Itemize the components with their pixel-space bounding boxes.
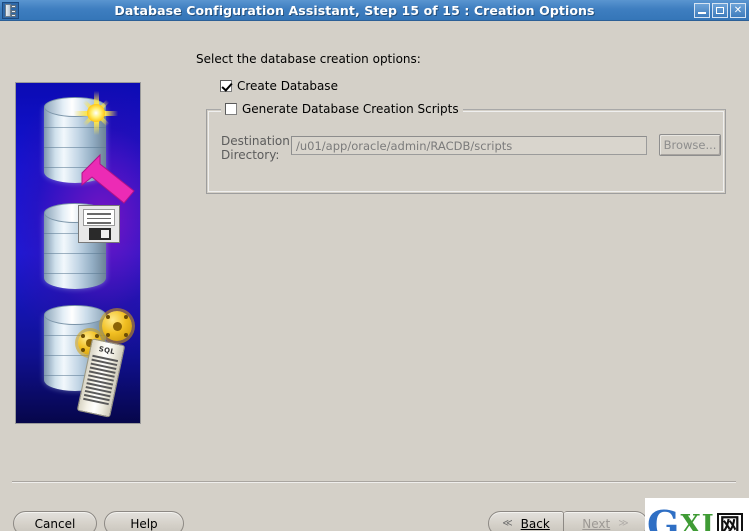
- gear-hub: [112, 321, 122, 331]
- gear-dot: [81, 348, 85, 352]
- client-area: SQL Select the database creation options…: [0, 21, 749, 531]
- site-watermark: G XI 网 system.com: [645, 498, 749, 531]
- generate-scripts-label: Generate Database Creation Scripts: [242, 102, 459, 116]
- create-database-checkbox-row[interactable]: Create Database: [220, 79, 338, 93]
- help-button[interactable]: Help: [104, 511, 184, 531]
- sql-scroll-lines: [81, 354, 119, 413]
- maximize-button[interactable]: [712, 2, 728, 18]
- app-icon-block: [11, 4, 16, 8]
- title-bar: Database Configuration Assistant, Step 1…: [0, 0, 749, 21]
- floppy-disk-icon: [78, 205, 120, 243]
- gear-dot: [124, 315, 128, 319]
- cylinder-ring: [44, 253, 106, 254]
- star-core: [87, 104, 105, 122]
- database-configuration-assistant-window: Database Configuration Assistant, Step 1…: [0, 0, 749, 531]
- next-button-label: Next: [582, 516, 611, 531]
- watermark-letter-g: G: [647, 502, 680, 531]
- next-button: Next ≫: [564, 511, 648, 531]
- floppy-shutter: [89, 228, 111, 240]
- gear-dot: [95, 334, 99, 338]
- generate-scripts-group: Generate Database Creation Scripts Desti…: [206, 102, 726, 194]
- magenta-arrow-icon: [80, 151, 138, 205]
- create-database-checkbox[interactable]: [220, 80, 232, 92]
- gear-dot: [81, 334, 85, 338]
- generate-scripts-checkbox[interactable]: [225, 103, 237, 115]
- chevron-right-icon: ≫: [618, 517, 629, 529]
- maximize-icon: [716, 6, 724, 14]
- gear-icon-large: [102, 311, 132, 341]
- form-instruction-text: Select the database creation options:: [196, 52, 421, 66]
- cylinder-ring: [44, 273, 106, 274]
- star-sparkle-icon: [74, 91, 118, 135]
- cylinder-ring: [44, 147, 106, 148]
- create-database-label: Create Database: [237, 79, 338, 93]
- browse-button[interactable]: Browse...: [659, 134, 721, 156]
- back-button-label: Back: [520, 516, 550, 531]
- gear-dot: [124, 333, 128, 337]
- chevron-left-icon: ≪: [502, 517, 513, 529]
- minimize-icon: [698, 11, 706, 14]
- database-illustration: SQL: [15, 82, 141, 424]
- window-controls: ✕: [694, 2, 746, 18]
- watermark-cjk-glyph: 网: [716, 513, 743, 531]
- generate-scripts-checkbox-row[interactable]: Generate Database Creation Scripts: [221, 102, 463, 116]
- app-icon-block: [11, 9, 16, 13]
- close-icon: ✕: [733, 4, 743, 16]
- gear-dot: [106, 333, 110, 337]
- floppy-label: [83, 209, 115, 226]
- navigation-buttons: ≪ Back Next ≫: [488, 511, 648, 531]
- minimize-button[interactable]: [694, 2, 710, 18]
- app-icon-block: [11, 13, 16, 17]
- close-button[interactable]: ✕: [730, 2, 746, 18]
- footer-separator: [12, 481, 736, 483]
- cancel-button[interactable]: Cancel: [13, 511, 97, 531]
- window-title: Database Configuration Assistant, Step 1…: [114, 2, 595, 18]
- database-app-icon: [2, 1, 19, 19]
- gear-dot: [106, 315, 110, 319]
- destination-directory-input[interactable]: /u01/app/oracle/admin/RACDB/scripts: [291, 136, 647, 155]
- watermark-letters-xi: XI: [680, 510, 715, 531]
- back-button[interactable]: ≪ Back: [488, 511, 564, 531]
